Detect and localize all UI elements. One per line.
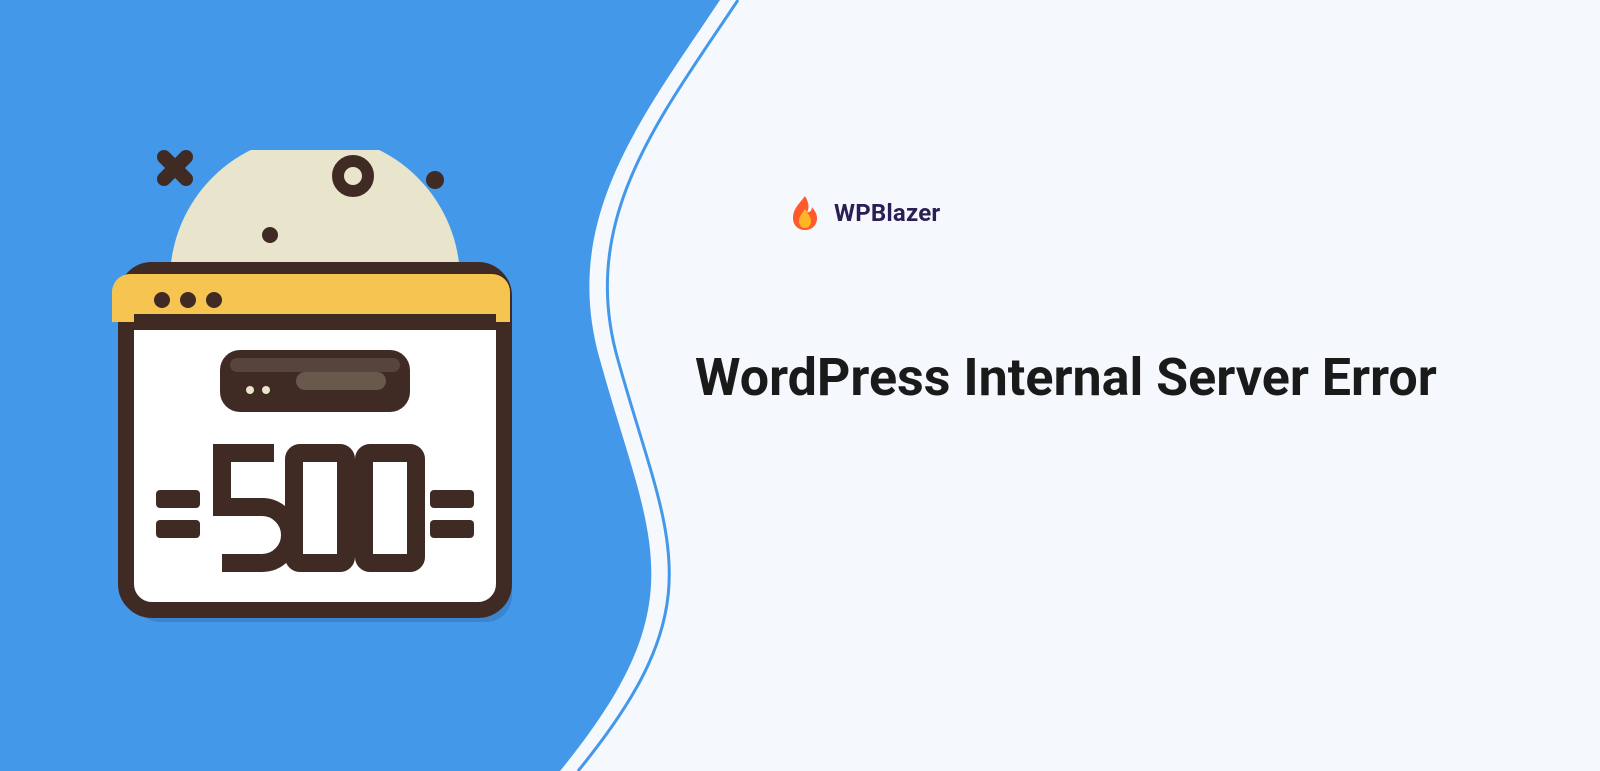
flame-icon (790, 195, 820, 231)
error-500-illustration (100, 150, 530, 630)
brand: WPBlazer (790, 195, 940, 231)
page: WPBlazer WordPress Internal Server Error (0, 0, 1600, 771)
brand-name: WPBlazer (834, 199, 940, 227)
page-title: WordPress Internal Server Error (695, 345, 1525, 412)
